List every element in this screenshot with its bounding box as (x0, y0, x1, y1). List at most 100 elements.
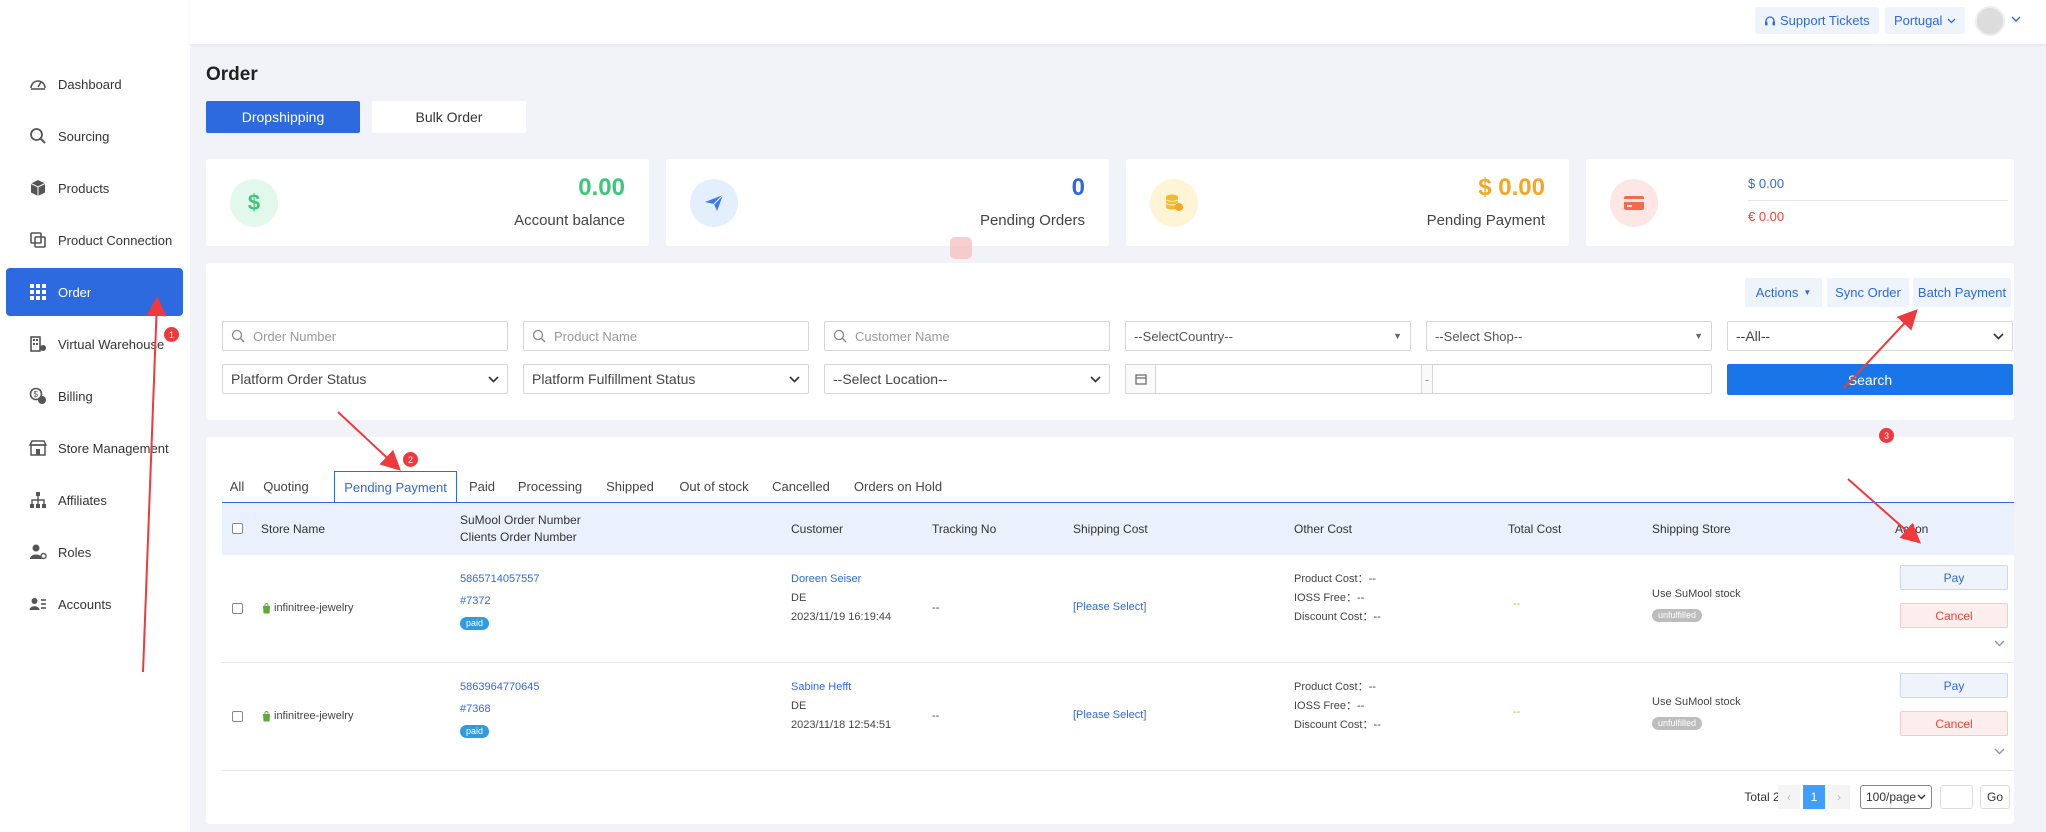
page-size-select[interactable]: 100/page (1860, 785, 1932, 809)
calendar-icon (1126, 365, 1156, 393)
tab-dropshipping[interactable]: Dropshipping (206, 101, 360, 133)
avatar-chevron-down-icon[interactable] (2011, 16, 2021, 23)
sidebar-item-dashboard[interactable]: Dashboard (6, 60, 183, 108)
expand-chevron-down-icon[interactable] (1994, 748, 2005, 755)
sync-order-button[interactable]: Sync Order (1827, 278, 1909, 307)
annotation-marker-2: 2 (403, 452, 418, 467)
sidebar-item-label: Billing (58, 388, 93, 404)
account-balance-label: Account balance (514, 212, 625, 229)
avatar[interactable] (1975, 6, 2005, 36)
header-shipping-store: Shipping Store (1652, 522, 1731, 536)
unfulfilled-badge: unfulfilled (1652, 609, 1703, 622)
pending-payment-card: $ 0.00 Pending Payment (1126, 159, 1569, 246)
sidebar-item-roles[interactable]: Roles (6, 528, 183, 576)
shipping-cost-select-link[interactable]: [Please Select] (1073, 706, 1146, 725)
order-number-input[interactable]: Order Number (222, 321, 508, 351)
chevron-down-icon (1090, 375, 1101, 383)
customer-country: DE (791, 700, 807, 712)
divider (1748, 200, 2008, 201)
sidebar-item-affiliates[interactable]: Affiliates (6, 476, 183, 524)
go-button[interactable]: Go (1980, 785, 2010, 809)
pay-button[interactable]: Pay (1900, 673, 2008, 698)
sumool-order-number-link[interactable]: 5865714057557 (460, 570, 540, 589)
sidebar-item-label: Sourcing (58, 128, 110, 144)
status-tab-shipped[interactable]: Shipped (597, 471, 663, 502)
sidebar-item-store-management[interactable]: Store Management (6, 424, 183, 472)
sidebar-item-product-connection[interactable]: Product Connection (6, 216, 183, 264)
table-row: infinitree-jewelry 5865714057557 #7372 p… (222, 555, 2014, 663)
shop-select[interactable]: --Select Shop-- ▼ (1426, 321, 1712, 351)
top-bar: Support Tickets Portugal (190, 0, 2046, 44)
sidebar-item-sourcing[interactable]: Sourcing (6, 112, 183, 160)
customer-name-link[interactable]: Sabine Hefft (791, 678, 851, 697)
status-tab-out-of-stock[interactable]: Out of stock (672, 471, 756, 502)
location-select[interactable]: --Select Location-- (824, 364, 1110, 394)
billing-icon: $ (28, 386, 48, 406)
store-name: infinitree-jewelry (274, 710, 354, 722)
row-checkbox[interactable] (232, 603, 243, 614)
prev-page-button[interactable]: ‹ (1778, 785, 1800, 809)
pay-button[interactable]: Pay (1900, 565, 2008, 590)
pending-payment-label: Pending Payment (1426, 212, 1545, 229)
client-order-number-link[interactable]: #7372 (460, 592, 491, 611)
ioss-fee: IOSS Free：-- (1294, 700, 1365, 712)
batch-payment-button[interactable]: Batch Payment (1913, 278, 2011, 307)
sidebar-item-order[interactable]: Order (6, 268, 183, 316)
customer-name-placeholder: Customer Name (855, 328, 950, 344)
customer-country: DE (791, 592, 807, 604)
sidebar-item-label: Order (58, 284, 92, 300)
sidebar-item-label: Accounts (58, 596, 112, 612)
cancel-button[interactable]: Cancel (1900, 711, 2008, 736)
country-select[interactable]: --SelectCountry-- ▼ (1125, 321, 1411, 351)
actions-dropdown[interactable]: Actions ▼ (1745, 278, 1822, 307)
platform-order-status-select[interactable]: Platform Order Status (222, 364, 508, 394)
support-tickets-button[interactable]: Support Tickets (1755, 7, 1879, 34)
header-sumool-order-number: SuMool Order Number (460, 513, 581, 527)
headset-icon (1764, 15, 1776, 27)
language-select[interactable]: Portugal (1885, 7, 1966, 34)
store-name-cell: infinitree-jewelry (262, 599, 353, 618)
status-all-select[interactable]: --All-- (1727, 321, 2013, 351)
unfulfilled-badge: unfulfilled (1652, 717, 1703, 730)
status-tab-pending-payment[interactable]: Pending Payment (334, 471, 457, 502)
eur-balance: € 0.00 (1748, 209, 1785, 224)
platform-fulfillment-status-select[interactable]: Platform Fulfillment Status (523, 364, 809, 394)
row-checkbox[interactable] (232, 711, 243, 722)
status-tab-cancelled[interactable]: Cancelled (766, 471, 836, 502)
page-1-button[interactable]: 1 (1803, 785, 1825, 809)
paid-badge-cell: paid (460, 614, 490, 633)
product-name-input[interactable]: Product Name (523, 321, 809, 351)
pending-orders-card: 0 Pending Orders (666, 159, 1109, 246)
customer-name-input[interactable]: Customer Name (824, 321, 1110, 351)
total-cost: -- (1513, 598, 1521, 610)
shopify-bag-icon (262, 711, 271, 722)
discount-cost: Discount Cost：-- (1294, 719, 1381, 731)
date-range-picker[interactable]: - (1125, 364, 1712, 394)
shipping-cost-select-link[interactable]: [Please Select] (1073, 598, 1146, 617)
sidebar-item-products[interactable]: Products (6, 164, 183, 212)
sidebar-item-label: Roles (58, 544, 92, 560)
status-tab-orders-on-hold[interactable]: Orders on Hold (848, 471, 948, 502)
cancel-button[interactable]: Cancel (1900, 603, 2008, 628)
customer-name-link[interactable]: Doreen Seiser (791, 570, 861, 589)
sumool-order-number-link[interactable]: 5863964770645 (460, 678, 540, 697)
status-tab-all[interactable]: All (222, 471, 252, 502)
sidebar-item-billing[interactable]: $ Billing (6, 372, 183, 420)
goto-page-input[interactable] (1940, 785, 1973, 809)
search-icon (28, 126, 48, 146)
sidebar-item-virtual-warehouse[interactable]: Virtual Warehouse (6, 320, 183, 368)
expand-chevron-down-icon[interactable] (1994, 640, 2005, 647)
status-tab-quoting[interactable]: Quoting (256, 471, 316, 502)
sidebar-item-accounts[interactable]: Accounts (6, 580, 183, 628)
status-tab-processing[interactable]: Processing (512, 471, 588, 502)
next-page-button[interactable]: › (1828, 785, 1850, 809)
client-order-number-link[interactable]: #7368 (460, 700, 491, 719)
status-tab-paid[interactable]: Paid (462, 471, 502, 502)
search-button[interactable]: Search (1727, 364, 2013, 395)
tracking-no: -- (932, 710, 940, 722)
platform-order-status-value: Platform Order Status (231, 371, 367, 387)
tab-bulk-order[interactable]: Bulk Order (372, 101, 526, 133)
table-row: infinitree-jewelry 5863964770645 #7368 p… (222, 663, 2014, 771)
ioss-fee: IOSS Free：-- (1294, 592, 1365, 604)
select-all-checkbox[interactable] (232, 523, 243, 534)
